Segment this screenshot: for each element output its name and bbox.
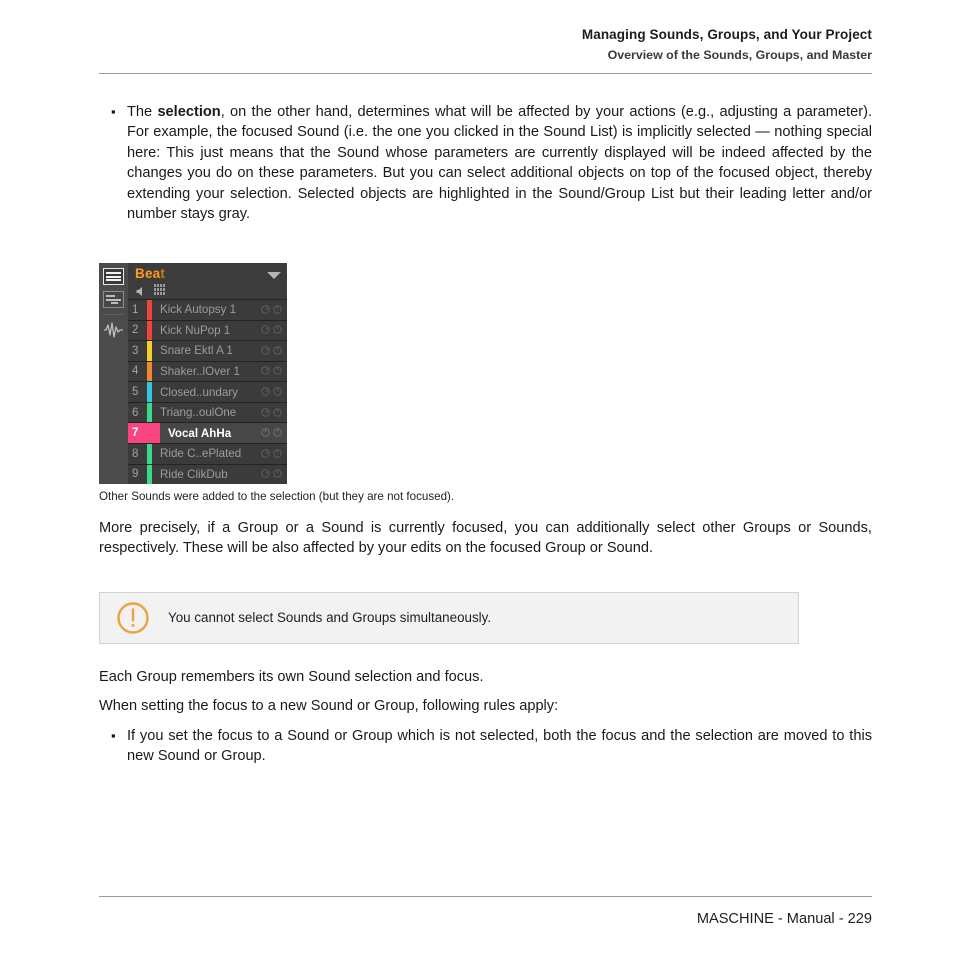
bullet-list-bottom: ▪ If you set the focus to a Sound or Grou… (99, 726, 872, 767)
sound-row[interactable]: 9 Ride ClikDub (128, 464, 287, 484)
bullet-text-bold: selection (157, 104, 221, 120)
sound-name: Kick Autopsy 1 (160, 303, 237, 317)
group-name-dim: t (160, 266, 166, 281)
sound-name: Shaker..lOver 1 (160, 364, 240, 378)
solo-power-icon[interactable] (273, 301, 282, 319)
solo-power-icon[interactable] (273, 383, 282, 401)
sound-row-icons (261, 342, 287, 360)
solo-power-icon[interactable] (273, 342, 282, 360)
bullet-text-after: , on the other hand, determines what wil… (127, 104, 873, 223)
sound-row-icons (261, 445, 287, 463)
header-divider (99, 73, 872, 74)
paragraph-when-setting-focus: When setting the focus to a new Sound or… (99, 698, 559, 714)
sound-name: Vocal AhHa (168, 426, 232, 440)
sound-row-icons (261, 465, 287, 483)
mixer-icon[interactable] (103, 291, 124, 308)
sound-number: 7 (128, 423, 147, 443)
paragraph-each-group: Each Group remembers its own Sound selec… (99, 669, 484, 685)
mute-circle-icon[interactable] (261, 383, 270, 401)
group-name-bright: Bea (135, 266, 161, 281)
maschine-sound-list-screenshot: Beat 1 Kick Autopsy 1 2 Kick NuPop 1 3 S… (99, 263, 287, 484)
sound-number: 9 (132, 468, 139, 481)
bullet-marker-icon: ▪ (111, 104, 116, 119)
solo-power-icon[interactable] (273, 404, 282, 422)
browser-list-icon[interactable] (103, 268, 124, 285)
sound-row-focused[interactable]: 7 Vocal AhHa (128, 423, 287, 444)
solo-power-icon[interactable] (273, 465, 282, 483)
sound-row-icons (261, 362, 287, 380)
sound-number: 8 (132, 447, 139, 460)
sound-row-icons (261, 301, 287, 319)
body-content: ▪ The selection, on the other hand, deter… (99, 102, 872, 224)
sound-name: Triang..oulOne (160, 406, 237, 420)
footer-divider (99, 896, 872, 897)
chevron-down-icon[interactable] (267, 272, 281, 279)
sound-number: 3 (132, 344, 139, 357)
solo-power-icon[interactable] (273, 362, 282, 380)
bullet-marker-icon: ▪ (111, 728, 116, 743)
speaker-icon[interactable] (136, 284, 147, 296)
group-header-icon-row (136, 284, 165, 296)
bullet-item-focus-rule: ▪ If you set the focus to a Sound or Grou… (99, 726, 872, 767)
mute-circle-icon[interactable] (261, 424, 270, 442)
sound-number: 6 (132, 406, 139, 419)
sound-row[interactable]: 1 Kick Autopsy 1 (128, 300, 287, 321)
pad-grid-icon[interactable] (154, 284, 165, 295)
header-chapter-title: Managing Sounds, Groups, and Your Projec… (581, 27, 872, 42)
sound-row[interactable]: 4 Shaker..lOver 1 (128, 361, 287, 383)
mute-circle-icon[interactable] (261, 445, 270, 463)
sound-row[interactable]: 3 Snare Ektl A 1 (128, 341, 287, 362)
header-section-title: Overview of the Sounds, Groups, and Mast… (607, 48, 872, 62)
sound-row[interactable]: 5 Closed..undary (128, 382, 287, 403)
sound-name: Ride ClikDub (160, 467, 228, 481)
sound-list: 1 Kick Autopsy 1 2 Kick NuPop 1 3 Snare … (128, 300, 287, 484)
sound-row[interactable]: 6 Triang..oulOne (128, 402, 287, 424)
note-text: You cannot select Sounds and Groups simu… (168, 610, 492, 625)
mute-circle-icon[interactable] (261, 362, 270, 380)
exclamation-circle-icon (116, 601, 150, 635)
footer-page-label: MASCHINE - Manual - 229 (696, 911, 872, 927)
sound-row-icons (261, 321, 287, 339)
sound-row-icons (261, 383, 287, 401)
sound-number: 4 (132, 365, 139, 378)
sound-row[interactable]: 2 Kick NuPop 1 (128, 320, 287, 342)
sound-number: 2 (132, 324, 139, 337)
maschine-main-panel: Beat 1 Kick Autopsy 1 2 Kick NuPop 1 3 S… (128, 263, 287, 484)
sound-number: 5 (132, 386, 139, 399)
page-header: Managing Sounds, Groups, and Your Projec… (99, 26, 872, 64)
mute-circle-icon[interactable] (261, 342, 270, 360)
mute-circle-icon[interactable] (261, 321, 270, 339)
bullet-item-selection: ▪ The selection, on the other hand, deter… (99, 102, 872, 224)
sound-name: Closed..undary (160, 385, 238, 399)
sound-name: Kick NuPop 1 (160, 323, 231, 337)
bullet-text: If you set the focus to a Sound or Group… (127, 728, 872, 765)
mute-circle-icon[interactable] (261, 465, 270, 483)
solo-power-icon[interactable] (273, 445, 282, 463)
mute-circle-icon[interactable] (261, 404, 270, 422)
bullet-list-top: ▪ The selection, on the other hand, deter… (99, 102, 872, 224)
bullet-text-before: The (127, 104, 158, 120)
group-header-bar[interactable]: Beat (128, 263, 287, 300)
paragraph-more-precisely: More precisely, if a Group or a Sound is… (99, 520, 872, 557)
sound-name: Ride C..ePlated (160, 447, 242, 461)
figure-caption: Other Sounds were added to the selection… (99, 490, 455, 503)
note-callout: You cannot select Sounds and Groups simu… (99, 592, 799, 644)
solo-power-icon[interactable] (273, 321, 282, 339)
sound-row-icons (261, 404, 287, 422)
group-name-label: Beat (135, 266, 165, 281)
sound-row-icons (261, 424, 287, 442)
sound-color-bar (147, 423, 160, 443)
maschine-left-sidebar (99, 263, 128, 484)
sound-row[interactable]: 8 Ride C..ePlated (128, 443, 287, 465)
mute-circle-icon[interactable] (261, 301, 270, 319)
sound-name: Snare Ektl A 1 (160, 344, 233, 358)
solo-power-icon[interactable] (273, 424, 282, 442)
sound-number: 1 (132, 303, 139, 316)
waveform-icon[interactable] (103, 320, 124, 340)
manual-page: Managing Sounds, Groups, and Your Projec… (0, 0, 954, 954)
sidebar-divider (103, 314, 124, 315)
